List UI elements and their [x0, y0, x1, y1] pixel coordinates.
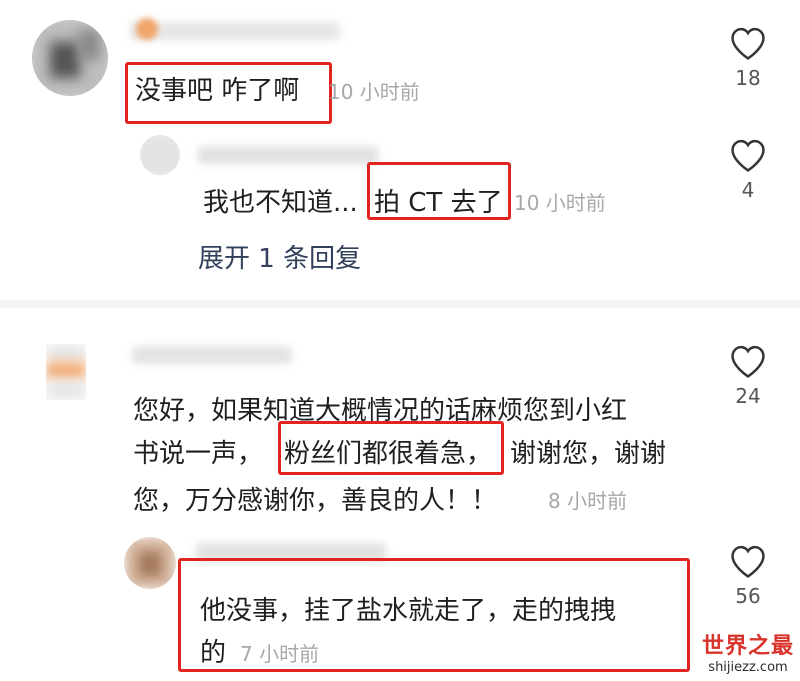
username[interactable]	[132, 346, 292, 364]
divider	[0, 300, 800, 308]
heart-icon	[731, 139, 765, 172]
like-button[interactable]: 24	[728, 344, 768, 408]
timestamp: 10 小时前	[328, 80, 420, 104]
like-count: 56	[735, 584, 761, 608]
comment-text-highlight: 拍 CT 去了	[374, 188, 503, 218]
avatar[interactable]	[46, 344, 86, 400]
comment-text: 没事吧 咋了啊	[135, 76, 300, 106]
like-count: 24	[735, 384, 761, 408]
timestamp: 8 小时前	[548, 489, 628, 513]
timestamp: 7 小时前	[240, 642, 320, 666]
avatar[interactable]	[32, 20, 108, 96]
username[interactable]	[130, 22, 340, 40]
expand-replies-link[interactable]: 展开 1 条回复	[198, 238, 361, 275]
like-count: 4	[741, 178, 755, 202]
heart-icon	[731, 345, 765, 378]
like-count: 18	[735, 66, 761, 90]
like-button[interactable]: 56	[728, 544, 768, 608]
watermark-url: shijiezz.com	[708, 660, 788, 675]
like-button[interactable]: 18	[728, 26, 768, 90]
comment-line: 的	[200, 638, 227, 668]
watermark-title: 世界之最	[701, 634, 794, 659]
comment-line: 谢谢您，谢谢	[510, 439, 667, 469]
avatar[interactable]	[140, 135, 180, 175]
heart-icon	[731, 27, 765, 60]
like-button[interactable]: 4	[728, 138, 768, 202]
comment-line: 您，万分感谢你，善良的人！！	[133, 486, 498, 516]
heart-icon	[731, 545, 765, 578]
username-emoji	[136, 18, 158, 40]
username[interactable]	[198, 146, 378, 164]
comment-line: 书说一声，	[133, 439, 264, 469]
comment-line: 他没事，挂了盐水就走了，走的拽拽	[200, 596, 617, 626]
watermark: 世界之最 shijiezz.com	[702, 628, 794, 675]
avatar[interactable]	[124, 537, 176, 589]
comment-text: 我也不知道...	[203, 188, 358, 218]
timestamp: 10 小时前	[514, 191, 606, 215]
comment-text-highlight: 粉丝们都很着急，	[284, 439, 493, 469]
